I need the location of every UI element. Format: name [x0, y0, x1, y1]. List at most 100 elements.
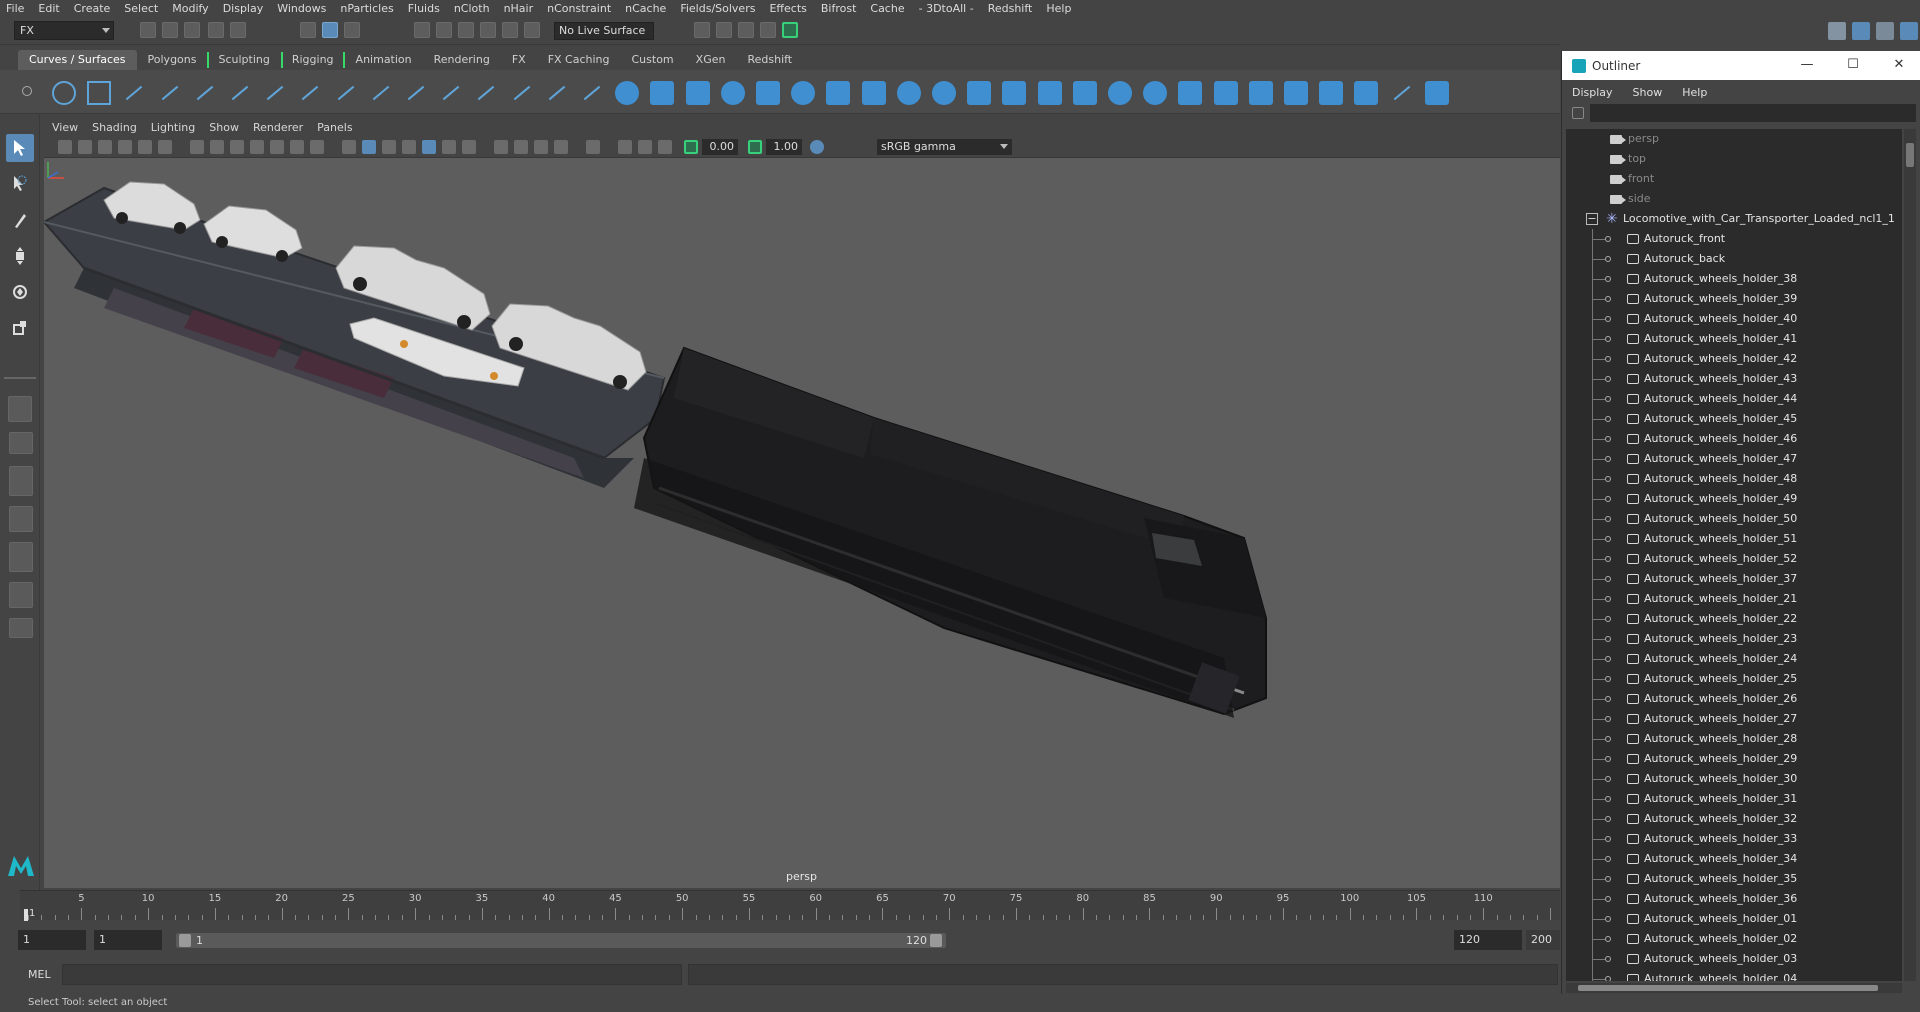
outliner-item-row[interactable]: Autoruck_wheels_holder_23: [1566, 629, 1902, 649]
close-icon[interactable]: ✕: [1892, 58, 1906, 72]
surface-editor-icon[interactable]: [1354, 81, 1379, 105]
xray-joints-icon[interactable]: [658, 140, 672, 154]
motion-blur-icon[interactable]: [514, 140, 528, 154]
outliner-item-row[interactable]: Autoruck_wheels_holder_52: [1566, 549, 1902, 569]
curve-rebuild-icon[interactable]: [298, 81, 322, 105]
outliner-camera-row[interactable]: front: [1566, 169, 1902, 189]
menu-select[interactable]: Select: [124, 2, 158, 15]
shelf-tab-polygons[interactable]: Polygons: [137, 50, 208, 70]
use-all-lights-icon[interactable]: [442, 140, 456, 154]
menu-create[interactable]: Create: [74, 2, 111, 15]
outliner-menu-display[interactable]: Display: [1572, 86, 1613, 99]
rotate-tool-button[interactable]: [6, 278, 34, 306]
xray-icon[interactable]: [618, 140, 632, 154]
script-language-label[interactable]: MEL: [28, 968, 51, 981]
persp-outliner-layout-button[interactable]: [9, 506, 33, 532]
insert-isoparm-icon[interactable]: [1390, 81, 1414, 105]
save-scene-icon[interactable]: [184, 22, 200, 38]
viewport-menu-view[interactable]: View: [52, 121, 78, 134]
outliner-item-row[interactable]: Autoruck_wheels_holder_40: [1566, 309, 1902, 329]
2d-pan-zoom-icon[interactable]: [138, 140, 152, 154]
outliner-item-row[interactable]: Autoruck_wheels_holder_49: [1566, 489, 1902, 509]
menuset-dropdown[interactable]: FX: [14, 21, 114, 40]
menu-display[interactable]: Display: [223, 2, 264, 15]
outliner-item-row[interactable]: Autoruck_wheels_holder_22: [1566, 609, 1902, 629]
shelf-tab-redshift[interactable]: Redshift: [736, 50, 803, 70]
birail-icon[interactable]: [967, 81, 992, 105]
trim-icon[interactable]: [1143, 81, 1168, 105]
open-scene-icon[interactable]: [162, 22, 178, 38]
shelf-tab-fx-caching[interactable]: FX Caching: [537, 50, 621, 70]
select-object-icon[interactable]: [322, 22, 338, 38]
default-material-icon[interactable]: [382, 140, 396, 154]
stitch-icon[interactable]: [1284, 81, 1308, 105]
outliner-menu-help[interactable]: Help: [1682, 86, 1707, 99]
outliner-vscrollbar[interactable]: [1904, 129, 1916, 981]
channel-box-icon[interactable]: [1876, 22, 1894, 40]
exposure-icon[interactable]: [684, 140, 698, 154]
menu-fluids[interactable]: Fluids: [408, 2, 440, 15]
pencil-curve-icon[interactable]: [193, 81, 217, 105]
outliner-menu-show[interactable]: Show: [1633, 86, 1663, 99]
maximize-icon[interactable]: ☐: [1846, 58, 1860, 72]
snap-view-icon[interactable]: [480, 22, 496, 38]
fillet-icon[interactable]: [1248, 81, 1273, 105]
menu-bifrost[interactable]: Bifrost: [821, 2, 857, 15]
wireframe-on-shaded-icon[interactable]: [402, 140, 416, 154]
snap-curve-icon[interactable]: [436, 22, 452, 38]
revolve-icon[interactable]: [826, 81, 851, 105]
shadows-icon[interactable]: [462, 140, 476, 154]
xray-active-icon[interactable]: [638, 140, 652, 154]
select-component-icon[interactable]: [344, 22, 360, 38]
outliner-item-row[interactable]: Autoruck_wheels_holder_38: [1566, 269, 1902, 289]
outliner-item-row[interactable]: Autoruck_wheels_holder_26: [1566, 689, 1902, 709]
menu-nconstraint[interactable]: nConstraint: [547, 2, 611, 15]
menu-help[interactable]: Help: [1046, 2, 1071, 15]
viewport-menu-lighting[interactable]: Lighting: [151, 121, 195, 134]
grid-icon[interactable]: [190, 140, 204, 154]
booleans-icon[interactable]: [1213, 81, 1238, 105]
untrim-icon[interactable]: [1178, 81, 1203, 105]
single-view-layout-button[interactable]: [8, 396, 32, 422]
outliner-camera-row[interactable]: persp: [1566, 129, 1902, 149]
curve-extend-icon[interactable]: [439, 81, 463, 105]
loft-icon[interactable]: [861, 81, 886, 105]
nurbs-sphere-icon[interactable]: [615, 81, 640, 105]
outliner-item-row[interactable]: Autoruck_wheels_holder_32: [1566, 809, 1902, 829]
safe-title-icon[interactable]: [310, 140, 324, 154]
outliner-item-row[interactable]: Autoruck_wheels_holder_30: [1566, 769, 1902, 789]
film-gate-icon[interactable]: [210, 140, 224, 154]
outliner-item-row[interactable]: Autoruck_wheels_holder_25: [1566, 669, 1902, 689]
menu-cache[interactable]: Cache: [870, 2, 904, 15]
curve-cut-icon[interactable]: [580, 81, 604, 105]
sculpt-surface-icon[interactable]: [1319, 81, 1344, 105]
range-end-handle[interactable]: [930, 934, 942, 947]
paint-select-tool-button[interactable]: [6, 206, 34, 234]
collapse-icon[interactable]: −: [1586, 213, 1598, 225]
outliner-camera-row[interactable]: side: [1566, 189, 1902, 209]
shelf-tab-rigging[interactable]: Rigging: [280, 50, 345, 70]
outliner-hscrollbar[interactable]: [1566, 983, 1902, 993]
select-tool-button[interactable]: [6, 134, 34, 162]
scale-tool-button[interactable]: [6, 314, 34, 342]
outliner-item-row[interactable]: Autoruck_wheels_holder_48: [1566, 469, 1902, 489]
image-plane-icon[interactable]: [118, 140, 132, 154]
minimize-icon[interactable]: —: [1800, 58, 1814, 72]
shelf-tab-custom[interactable]: Custom: [621, 50, 685, 70]
select-hierarchy-icon[interactable]: [300, 22, 316, 38]
outliner-item-row[interactable]: Autoruck_wheels_holder_01: [1566, 909, 1902, 929]
anti-aliasing-icon[interactable]: [534, 140, 548, 154]
playback-end-field[interactable]: 120: [1454, 930, 1522, 950]
outliner-item-row[interactable]: Autoruck_wheels_holder_21: [1566, 589, 1902, 609]
playback-start-field[interactable]: 1: [94, 930, 162, 950]
select-camera-icon[interactable]: [58, 140, 72, 154]
depth-of-field-icon[interactable]: [554, 140, 568, 154]
nurbs-circle-icon[interactable]: [52, 81, 76, 105]
undo-icon[interactable]: [208, 22, 224, 38]
outliner-item-row[interactable]: Autoruck_wheels_holder_47: [1566, 449, 1902, 469]
shelf-tab-animation[interactable]: Animation: [345, 50, 423, 70]
menu-nhair[interactable]: nHair: [504, 2, 534, 15]
project-curve-icon[interactable]: [1108, 81, 1132, 105]
extrude-icon[interactable]: [932, 81, 956, 105]
nurbs-square-icon[interactable]: [87, 81, 112, 105]
